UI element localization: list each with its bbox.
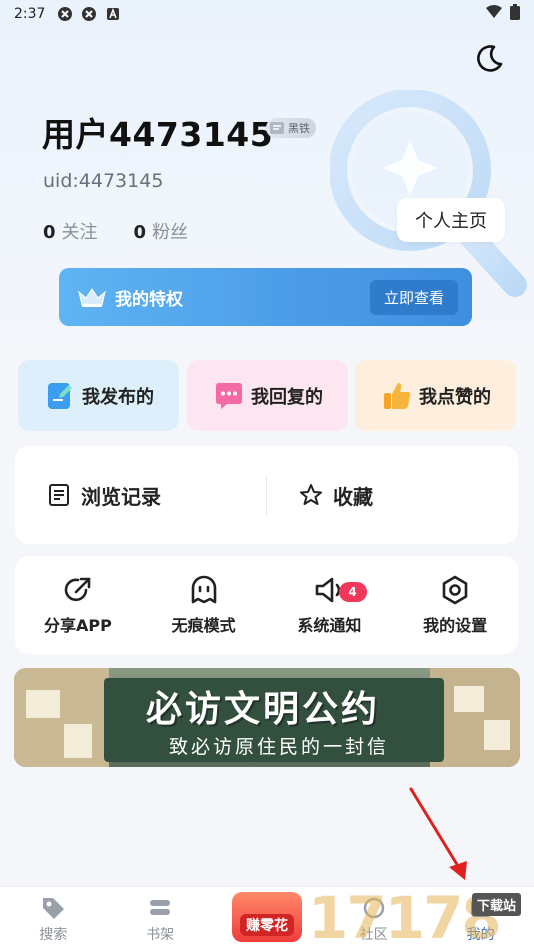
banner-note (26, 690, 60, 718)
banner-title: 必访文明公约 (146, 689, 381, 730)
app-notification-icon (81, 6, 97, 22)
following-count: 0 (43, 222, 56, 243)
battery-icon (510, 4, 520, 24)
level-label: 黑铁 (288, 122, 310, 135)
wifi-icon (486, 5, 502, 23)
document-list-icon (47, 483, 71, 507)
privilege-banner[interactable]: 我的特权 立即查看 (59, 268, 472, 326)
share-app-button[interactable]: 分享APP (15, 556, 141, 654)
my-replies-button[interactable]: 我回复的 (187, 360, 348, 431)
browse-history-button[interactable]: 浏览记录 (15, 481, 266, 510)
civility-convention-banner[interactable]: 必访文明公约 致必访原住民的一封信 (14, 668, 520, 767)
favorites-label: 收藏 (333, 484, 373, 509)
system-notification-label: 系统通知 (297, 616, 362, 635)
banner-note (454, 686, 484, 712)
banner-subtitle: 致必访原住民的一封信 (169, 736, 390, 758)
banner-note (64, 724, 92, 758)
site-watermark: 17178 (308, 884, 502, 950)
incognito-mode-button[interactable]: 无痕模式 (141, 556, 267, 654)
my-posts-label: 我发布的 (82, 386, 154, 408)
homepage-button[interactable]: 个人主页 (397, 198, 505, 242)
banner-note (484, 720, 510, 750)
tab-search[interactable]: 搜索 (0, 887, 107, 950)
thumbs-up-icon (381, 380, 413, 412)
followers-label: 粉丝 (152, 222, 189, 243)
app-notification-icon (57, 6, 73, 22)
my-posts-button[interactable]: 我发布的 (18, 360, 179, 431)
following-label: 关注 (61, 222, 98, 243)
edit-doc-icon (44, 380, 76, 412)
notification-badge: 4 (338, 582, 367, 602)
user-id: uid:4473145 (43, 170, 164, 192)
share-app-label: 分享APP (43, 616, 112, 635)
tab-bookshelf[interactable]: 书架 (107, 887, 214, 950)
ghost-icon (188, 574, 220, 606)
red-arrow-annotation (405, 785, 475, 885)
my-settings-button[interactable]: 我的设置 (392, 556, 518, 654)
favorites-button[interactable]: 收藏 (267, 481, 518, 510)
tab-bookshelf-label: 书架 (146, 926, 175, 943)
share-icon (62, 574, 94, 606)
my-settings-label: 我的设置 (423, 616, 488, 635)
status-bar: 2:37 (0, 0, 534, 28)
incognito-mode-label: 无痕模式 (171, 616, 236, 635)
font-notification-icon (105, 6, 121, 22)
earn-label: 赚零花 (240, 914, 294, 936)
tools-card: 分享APP 无痕模式 4 系统通知 我的设置 (15, 556, 518, 654)
view-privilege-button[interactable]: 立即查看 (369, 279, 458, 315)
crown-icon (77, 286, 107, 308)
following-stat[interactable]: 0 关注 (43, 218, 98, 244)
level-gem-icon (268, 119, 286, 137)
level-badge[interactable]: 黑铁 (266, 118, 316, 138)
site-watermark-tag: 下载站 (472, 893, 522, 916)
star-icon (299, 483, 323, 507)
status-time: 2:37 (14, 6, 46, 22)
my-likes-label: 我点赞的 (419, 386, 491, 408)
history-card: 浏览记录 收藏 (15, 446, 518, 544)
night-mode-icon[interactable] (472, 42, 506, 76)
tag-icon (39, 894, 67, 922)
follow-stats: 0 关注 0 粉丝 (43, 218, 188, 244)
chat-bubble-icon (213, 380, 245, 412)
browse-history-label: 浏览记录 (81, 484, 161, 509)
system-notification-button[interactable]: 4 系统通知 (267, 556, 393, 654)
username: 用户4473145 (42, 115, 274, 154)
my-replies-label: 我回复的 (251, 386, 323, 408)
earn-money-button[interactable]: 赚零花 (232, 892, 302, 942)
privilege-label: 我的特权 (115, 289, 183, 310)
followers-count: 0 (133, 222, 147, 243)
settings-icon (439, 574, 471, 606)
bookshelf-icon (146, 894, 174, 922)
my-likes-button[interactable]: 我点赞的 (355, 360, 516, 431)
tab-search-label: 搜索 (39, 926, 68, 943)
followers-stat[interactable]: 0 粉丝 (134, 218, 189, 244)
